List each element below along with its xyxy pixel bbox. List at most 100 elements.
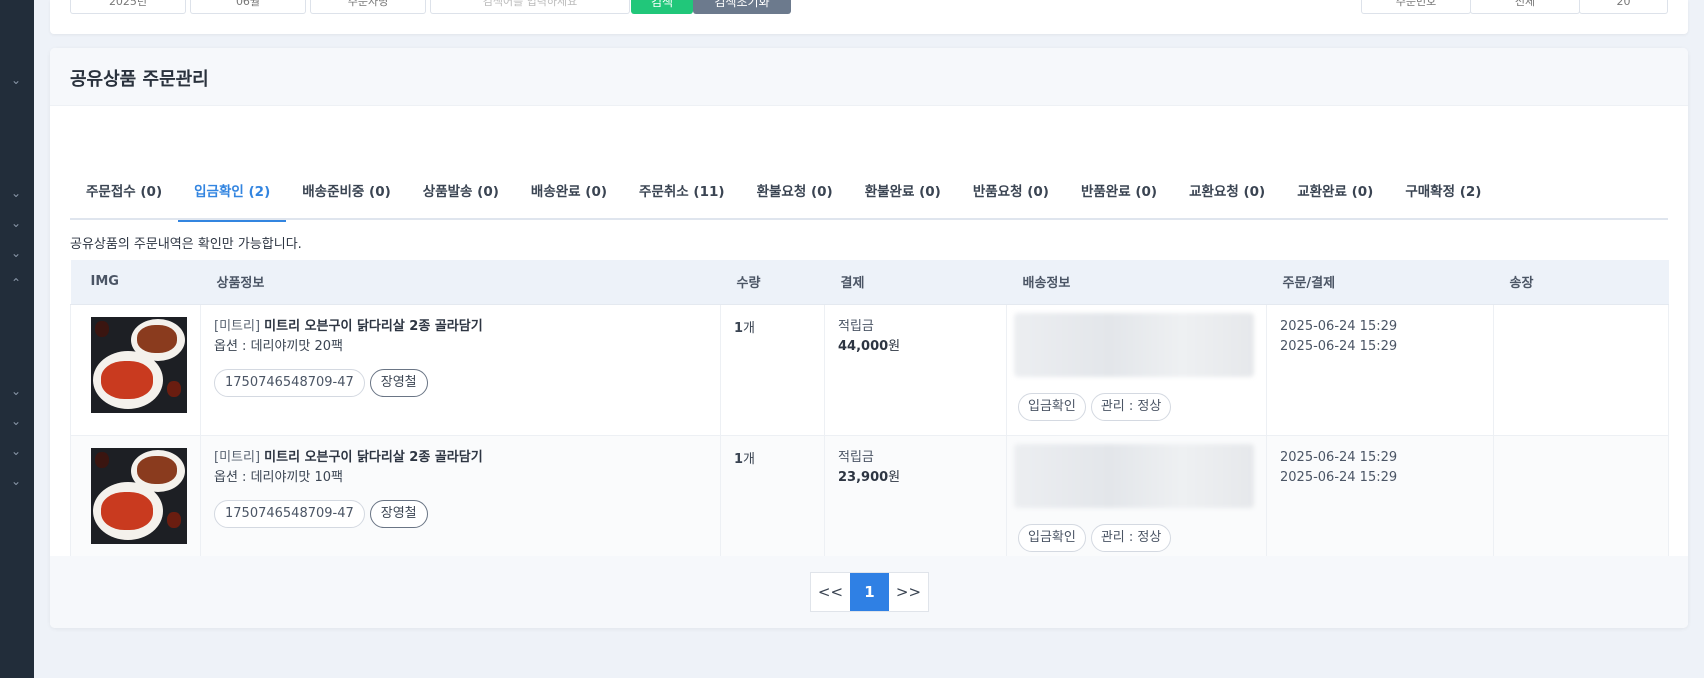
product-thumbnail[interactable] <box>91 447 187 544</box>
search-type-select[interactable]: 주문자명 <box>310 0 426 14</box>
tab-order-cancelled[interactable]: 주문취소 (11) <box>623 156 741 220</box>
chevron-down-icon[interactable]: ⌄ <box>9 73 23 87</box>
chevron-down-icon[interactable]: ⌄ <box>9 414 23 428</box>
tab-preparing-shipment[interactable]: 배송준비중 (0) <box>286 156 407 220</box>
sort-select[interactable]: 주문번호 <box>1361 0 1471 14</box>
payment-cell: 적립금 44,000원 <box>824 303 1007 436</box>
orders-table: IMG 상품정보 수량 결제 배송정보 주문/결제 송장 [미트리] 미트리 오… <box>70 260 1669 567</box>
product-name[interactable]: 미트리 오븐구이 닭다리살 2종 골라담기 <box>264 450 483 465</box>
qty-unit: 개 <box>743 451 756 467</box>
tab-payment-confirmed[interactable]: 입금확인 (2) <box>178 156 287 222</box>
status-select[interactable]: 전체 <box>1470 0 1580 14</box>
product-thumbnail[interactable] <box>91 316 187 413</box>
col-header-invoice: 송장 <box>1493 260 1669 305</box>
order-status-tabs: 주문접수 (0) 입금확인 (2) 배송준비중 (0) 상품발송 (0) 배송완… <box>70 156 1668 222</box>
page-size-select[interactable]: 20 <box>1579 0 1668 14</box>
manage-status-chip[interactable]: 관리 : 정상 <box>1090 392 1172 421</box>
qty-cell: 1개 <box>720 303 825 436</box>
chevron-up-icon[interactable]: ⌃ <box>9 276 23 290</box>
img-cell <box>70 434 201 567</box>
col-header-qty: 수량 <box>720 260 825 305</box>
card-header: 공유상품 주문관리 <box>50 48 1688 106</box>
payment-method: 적립금 <box>838 449 874 465</box>
product-info-cell: [미트리] 미트리 오븐구이 닭다리살 2종 골라담기 옵션 : 데리야끼맛 1… <box>200 434 721 567</box>
chevron-down-icon[interactable]: ⌄ <box>9 474 23 488</box>
table-row: [미트리] 미트리 오븐구이 닭다리살 2종 골라담기 옵션 : 데리야끼맛 2… <box>70 303 1669 436</box>
blurred-shipping-info <box>1014 312 1254 377</box>
tab-exchange-requested[interactable]: 교환요청 (0) <box>1173 156 1281 220</box>
sidebar: ⌄ ⌄ ⌄ ⌄ ⌃ ⌄ ⌄ ⌄ ⌄ <box>0 0 34 678</box>
tab-return-requested[interactable]: 반품요청 (0) <box>957 156 1065 220</box>
payment-unit: 원 <box>888 338 901 354</box>
chevron-down-icon[interactable]: ⌄ <box>9 186 23 200</box>
chevron-down-icon[interactable]: ⌄ <box>9 444 23 458</box>
order-date-cell: 2025-06-24 15:29 2025-06-24 15:29 <box>1266 303 1494 436</box>
table-header-row: IMG 상품정보 수량 결제 배송정보 주문/결제 송장 <box>70 260 1669 305</box>
order-number-chip[interactable]: 1750746548709-47 <box>214 499 365 528</box>
order-datetime: 2025-06-24 15:29 <box>1280 449 1398 465</box>
tab-exchange-completed[interactable]: 교환완료 (0) <box>1281 156 1389 220</box>
chevron-down-icon[interactable]: ⌄ <box>9 246 23 260</box>
year-select[interactable]: 2025년 <box>70 0 186 14</box>
col-header-order-date: 주문/결제 <box>1266 260 1494 305</box>
col-header-shipping: 배송정보 <box>1006 260 1267 305</box>
deposit-status-chip[interactable]: 입금확인 <box>1018 523 1086 552</box>
shipping-cell: 입금확인 관리 : 정상 <box>1006 303 1267 436</box>
payment-amount: 44,000 <box>838 338 889 354</box>
buyer-name-chip[interactable]: 장영철 <box>369 368 428 397</box>
chevron-down-icon[interactable]: ⌄ <box>9 384 23 398</box>
brand-name: [미트리] <box>214 318 261 334</box>
qty-value: 1 <box>734 320 744 336</box>
prev-page-button[interactable]: << <box>811 573 850 611</box>
product-info-cell: [미트리] 미트리 오븐구이 닭다리살 2종 골라담기 옵션 : 데리야끼맛 2… <box>200 303 721 436</box>
tab-purchase-confirmed[interactable]: 구매확정 (2) <box>1389 156 1497 220</box>
tab-return-completed[interactable]: 반품완료 (0) <box>1065 156 1173 220</box>
order-datetime: 2025-06-24 15:29 <box>1280 318 1398 334</box>
buyer-name-chip[interactable]: 장영철 <box>369 499 428 528</box>
order-date-cell: 2025-06-24 15:29 2025-06-24 15:29 <box>1266 434 1494 567</box>
pagination-area: << 1 >> <box>50 556 1688 628</box>
search-input[interactable]: 검색어를 입력하세요 <box>430 0 630 14</box>
qty-unit: 개 <box>743 320 756 336</box>
shipping-cell: 입금확인 관리 : 정상 <box>1006 434 1267 567</box>
table-row: [미트리] 미트리 오븐구이 닭다리살 2종 골라담기 옵션 : 데리야끼맛 1… <box>70 434 1669 567</box>
reset-search-button[interactable]: 검색초기화 <box>693 0 791 14</box>
col-header-payment: 결제 <box>824 260 1007 305</box>
payment-datetime: 2025-06-24 15:29 <box>1280 469 1398 485</box>
pagination: << 1 >> <box>810 572 929 612</box>
notice-text: 공유상품의 주문내역은 확인만 가능합니다. <box>70 237 302 252</box>
product-name[interactable]: 미트리 오븐구이 닭다리살 2종 골라담기 <box>264 319 483 334</box>
tab-order-received[interactable]: 주문접수 (0) <box>70 156 178 220</box>
payment-method: 적립금 <box>838 318 874 334</box>
col-header-img: IMG <box>70 260 201 305</box>
filter-bar: 2025년 06월 주문자명 검색어를 입력하세요 검색 검색초기화 주문번호 … <box>50 0 1688 34</box>
deposit-status-chip[interactable]: 입금확인 <box>1018 392 1086 421</box>
col-header-product: 상품정보 <box>200 260 721 305</box>
tab-refund-requested[interactable]: 환불요청 (0) <box>741 156 849 220</box>
order-number-chip[interactable]: 1750746548709-47 <box>214 368 365 397</box>
payment-unit: 원 <box>888 469 901 485</box>
search-button[interactable]: 검색 <box>631 0 693 14</box>
page-title: 공유상품 주문관리 <box>70 69 209 90</box>
tab-refund-completed[interactable]: 환불완료 (0) <box>849 156 957 220</box>
page-number-current[interactable]: 1 <box>850 573 889 611</box>
blurred-shipping-info <box>1014 443 1254 508</box>
payment-cell: 적립금 23,900원 <box>824 434 1007 567</box>
payment-amount: 23,900 <box>838 469 889 485</box>
qty-value: 1 <box>734 451 744 467</box>
invoice-cell <box>1493 303 1669 436</box>
qty-cell: 1개 <box>720 434 825 567</box>
brand-name: [미트리] <box>214 449 261 465</box>
img-cell <box>70 303 201 436</box>
product-option: 옵션 : 데리야끼맛 20팩 <box>214 338 343 354</box>
product-option: 옵션 : 데리야끼맛 10팩 <box>214 469 343 485</box>
month-select[interactable]: 06월 <box>190 0 306 14</box>
next-page-button[interactable]: >> <box>889 573 928 611</box>
manage-status-chip[interactable]: 관리 : 정상 <box>1090 523 1172 552</box>
tab-shipped[interactable]: 상품발송 (0) <box>407 156 515 220</box>
payment-datetime: 2025-06-24 15:29 <box>1280 338 1398 354</box>
order-management-card: 공유상품 주문관리 주문접수 (0) 입금확인 (2) 배송준비중 (0) 상품… <box>50 48 1688 628</box>
tab-delivered[interactable]: 배송완료 (0) <box>515 156 623 220</box>
invoice-cell <box>1493 434 1669 567</box>
chevron-down-icon[interactable]: ⌄ <box>9 216 23 230</box>
